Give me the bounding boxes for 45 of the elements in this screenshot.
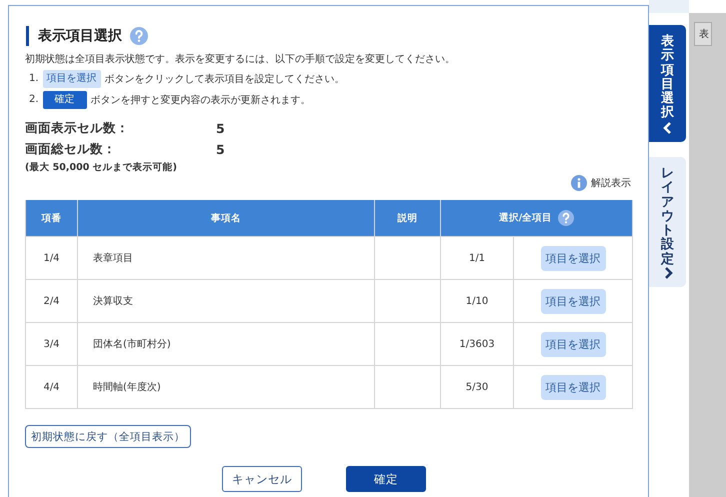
select-items-button[interactable]: 項目を選択 bbox=[540, 288, 606, 314]
help-link[interactable]: 解説表示 bbox=[571, 175, 631, 191]
table-label: 表 bbox=[694, 22, 712, 46]
select-items-button[interactable]: 項目を選択 bbox=[540, 374, 606, 400]
step-text: ボタンを押すと変更内容の表示が更新されます。 bbox=[90, 94, 311, 106]
column-header: 事項名 bbox=[78, 200, 374, 236]
side-tab[interactable]: 表示項目選択 bbox=[649, 25, 686, 142]
count-value: 5 bbox=[216, 121, 225, 136]
confirm-button[interactable]: 確定 bbox=[346, 466, 426, 492]
select-items-button[interactable]: 項目を選択 bbox=[540, 246, 606, 270]
table-cell: 1/10 bbox=[440, 280, 514, 322]
column-header: 選択/全項目 bbox=[498, 212, 552, 224]
step-number: 1. bbox=[29, 73, 39, 84]
button-sample: 確定 bbox=[42, 90, 87, 108]
table-cell: 団体名(市町村分) bbox=[78, 322, 374, 366]
column-header: 項番 bbox=[26, 200, 78, 236]
table-cell: 表章項目 bbox=[78, 236, 374, 280]
table-cell: 5/30 bbox=[440, 366, 514, 408]
limit-note: (最大 50,000 セルまで表示可能) bbox=[25, 161, 178, 175]
table-cell: 2/4 bbox=[26, 280, 78, 322]
table-cell: 4/4 bbox=[26, 366, 78, 408]
count-label: 画面表示セル数： bbox=[25, 120, 130, 137]
table-cell: 決算収支 bbox=[78, 280, 374, 322]
help-icon[interactable] bbox=[130, 27, 148, 45]
column-header: 説明 bbox=[374, 200, 440, 236]
reset-button[interactable]: 初期状態に戻す（全項目表示） bbox=[25, 425, 191, 448]
count-label: 画面総セル数： bbox=[25, 141, 117, 158]
chevron-left-icon bbox=[662, 122, 672, 134]
cancel-button[interactable]: キャンセル bbox=[222, 466, 302, 492]
chevron-right-icon bbox=[662, 267, 672, 279]
info-icon bbox=[571, 175, 587, 191]
button-sample: 項目を選択 bbox=[42, 70, 101, 88]
table-cell: 1/3603 bbox=[440, 322, 514, 366]
side-tab[interactable]: レイアウト設定 bbox=[649, 157, 686, 287]
dialog-title: 表示項目選択 bbox=[38, 27, 122, 45]
table-cell: 1/1 bbox=[440, 236, 514, 280]
help-icon[interactable] bbox=[558, 210, 574, 226]
select-items-button[interactable]: 項目を選択 bbox=[540, 332, 606, 356]
step-number: 2. bbox=[29, 94, 39, 105]
count-value: 5 bbox=[216, 142, 225, 157]
instruction-text: 初期状態は全項目表示状態です。表示を変更するには、以下の手順で設定を変更してください。 bbox=[25, 52, 456, 67]
table-cell: 時間軸(年度次) bbox=[78, 366, 374, 408]
step-text: ボタンをクリックして表示項目を設定してください。 bbox=[104, 72, 345, 86]
table-cell: 1/4 bbox=[26, 236, 78, 280]
table-cell: 3/4 bbox=[26, 322, 78, 366]
